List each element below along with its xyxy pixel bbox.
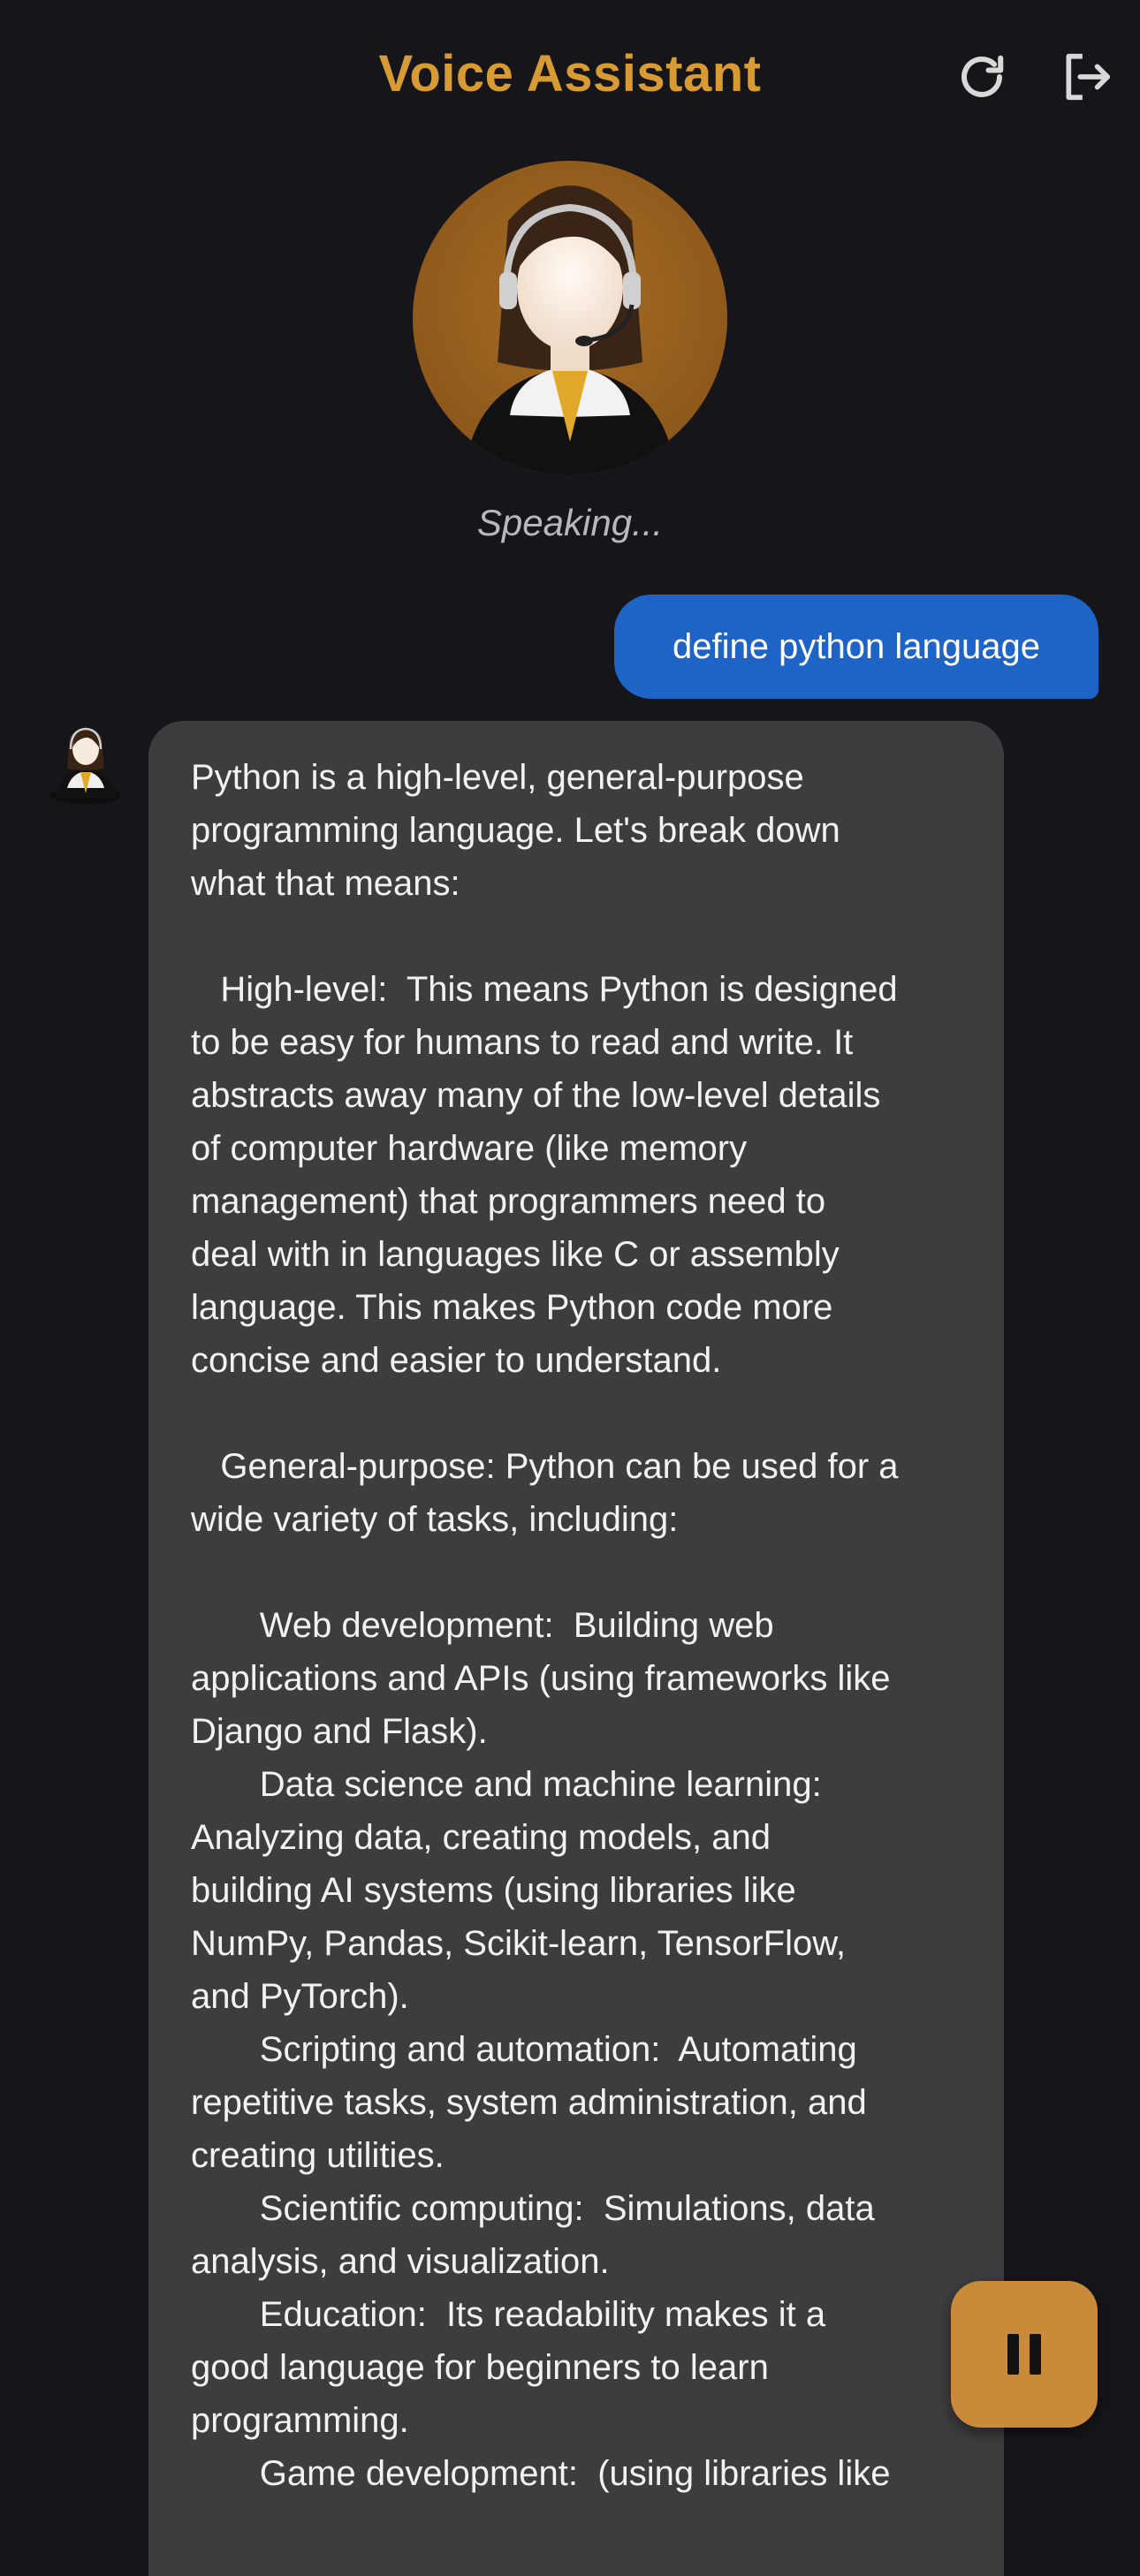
refresh-icon [961, 55, 1004, 97]
assistant-status: Speaking... [476, 502, 664, 543]
pause-icon [1007, 2334, 1041, 2375]
refresh-button[interactable] [951, 46, 1013, 108]
user-message-bubble: define python language [614, 595, 1098, 699]
assistant-message-text: Python is a high-level, general-purpose … [191, 758, 899, 2493]
assistant-avatar-large [411, 159, 729, 477]
assistant-avatar-small [46, 717, 125, 806]
assistant-message-bubble: Python is a high-level, general-purpose … [148, 721, 1004, 2576]
logout-icon [1066, 53, 1111, 101]
pause-button[interactable] [951, 2281, 1098, 2428]
app-header: Voice Assistant [0, 0, 1140, 150]
logout-button[interactable] [1056, 46, 1118, 108]
user-message-text: define python language [673, 626, 1040, 666]
